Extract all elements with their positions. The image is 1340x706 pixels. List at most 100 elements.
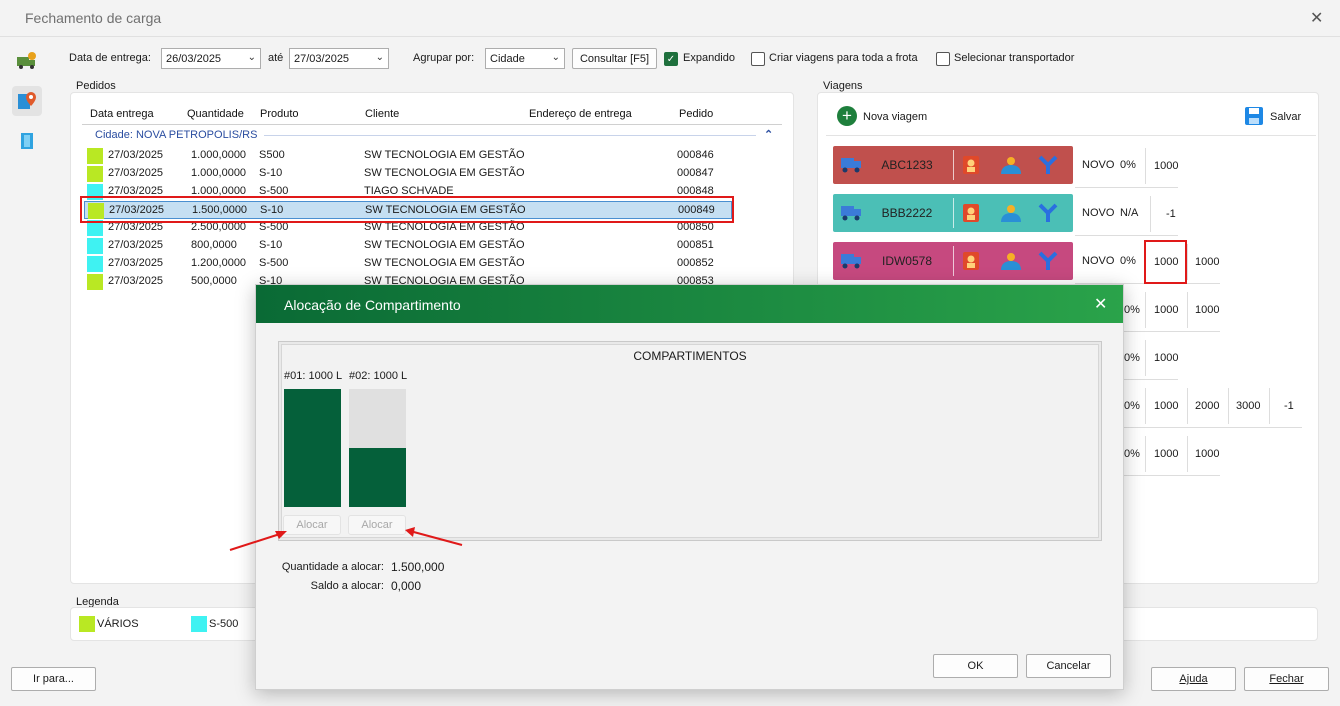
table-row[interactable]: 27/03/2025 1.000,0000 S-10 SW TECNOLOGIA EM…	[84, 165, 732, 183]
cell-order: 000851	[677, 239, 714, 251]
cell-order: 000847	[677, 167, 714, 179]
compartment-bar	[349, 389, 406, 507]
trip-divider	[953, 198, 954, 228]
trip-capacity[interactable]: -1	[1284, 400, 1294, 412]
expanded-label: Expandido	[683, 52, 735, 64]
col-order[interactable]: Pedido	[679, 108, 713, 120]
ok-button[interactable]: OK	[933, 654, 1018, 678]
route-icon[interactable]	[1037, 154, 1059, 176]
group-select[interactable]: Cidade ⌄	[485, 48, 565, 69]
color-swatch	[87, 148, 103, 164]
trip-capacity[interactable]: 1000	[1154, 160, 1178, 172]
save-button[interactable]: Salvar	[1270, 111, 1301, 123]
customer-icon[interactable]	[999, 154, 1023, 176]
cell-date: 27/03/2025	[108, 149, 164, 161]
trip-capacity[interactable]: 1000	[1195, 448, 1219, 460]
compartments-title: COMPARTIMENTOS	[633, 349, 747, 363]
trip-card[interactable]: ABC1233	[833, 146, 1073, 184]
qty-label: Quantidade a alocar:	[281, 561, 384, 573]
compartment-fill	[349, 448, 406, 507]
customer-icon[interactable]	[999, 202, 1023, 224]
new-trip-button[interactable]: Nova viagem	[863, 111, 927, 123]
driver-icon[interactable]	[961, 202, 981, 224]
driver-icon[interactable]	[961, 250, 981, 272]
allocation-dialog: Alocação de Compartimento ✕ COMPARTIMENT…	[255, 284, 1124, 690]
dialog-title: Alocação de Compartimento	[284, 297, 461, 313]
cell-order: 000846	[677, 149, 714, 161]
cell-order: 000852	[677, 257, 714, 269]
route-icon[interactable]	[1037, 202, 1059, 224]
compartment-bar	[284, 389, 341, 507]
trip-capacity[interactable]: 1000	[1154, 304, 1178, 316]
trip-plate: BBB2222	[881, 206, 933, 220]
date-from-input[interactable]: 26/03/2025 ⌄	[161, 48, 261, 69]
table-row[interactable]: 27/03/2025 1.000,0000 S500 SW TECNOLOGIA EM…	[84, 147, 732, 165]
trip-capacity[interactable]: 1000	[1154, 352, 1178, 364]
consult-button[interactable]: Consultar [F5]	[572, 48, 657, 69]
date-label: Data de entrega:	[69, 52, 151, 64]
date-from-value: 26/03/2025	[166, 52, 222, 65]
trip-card[interactable]: IDW0578	[833, 242, 1073, 280]
cell-qty: 1.200,0000	[191, 257, 247, 269]
cancel-button[interactable]: Cancelar	[1026, 654, 1111, 678]
row-divider	[1124, 427, 1302, 428]
truck-icon	[841, 158, 861, 173]
col-product[interactable]: Produto	[260, 108, 299, 120]
trip-capacity[interactable]: 2000	[1195, 400, 1219, 412]
map-pin-icon[interactable]	[12, 86, 42, 116]
row-divider	[1124, 379, 1178, 380]
chevron-down-icon: ⌄	[551, 52, 560, 63]
goto-button[interactable]: Ir para...	[11, 667, 96, 691]
viagens-divider	[826, 135, 1316, 136]
trip-percent: 0%	[1124, 304, 1140, 316]
cell-divider	[1269, 388, 1270, 424]
add-circle-icon[interactable]: +	[837, 106, 857, 126]
book-icon[interactable]	[14, 128, 40, 154]
trip-capacity[interactable]: 1000	[1154, 400, 1178, 412]
col-client[interactable]: Cliente	[365, 108, 399, 120]
dialog-close-icon[interactable]: ✕	[1094, 294, 1107, 314]
customer-icon[interactable]	[999, 250, 1023, 272]
col-date[interactable]: Data entrega	[90, 108, 154, 120]
truck-check-icon[interactable]	[14, 48, 40, 74]
cell-divider	[1150, 196, 1151, 232]
save-disk-icon[interactable]	[1244, 106, 1264, 129]
cell-qty: 1.000,0000	[191, 167, 247, 179]
table-row[interactable]: 27/03/2025 800,0000 S-10 SW TECNOLOGIA EM G…	[84, 237, 732, 255]
trip-percent: 0%	[1124, 400, 1140, 412]
window-close-icon[interactable]: ✕	[1310, 8, 1323, 28]
group-line	[264, 135, 756, 136]
carrier-label: Selecionar transportador	[954, 52, 1075, 64]
trip-status: NOVO	[1082, 159, 1115, 171]
driver-icon[interactable]	[961, 154, 981, 176]
legend-swatch	[79, 616, 95, 632]
col-address[interactable]: Endereço de entrega	[529, 108, 632, 120]
trip-capacity[interactable]: 1000	[1195, 256, 1219, 268]
legend-swatch	[191, 616, 207, 632]
trip-capacity[interactable]: 3000	[1236, 400, 1260, 412]
trip-percent: 0%	[1120, 255, 1136, 267]
fleet-checkbox[interactable]	[751, 52, 765, 66]
window-title: Fechamento de carga	[25, 10, 162, 26]
trip-card[interactable]: BBB2222	[833, 194, 1073, 232]
expanded-checkbox[interactable]: ✓	[664, 52, 678, 66]
annotation-arrows	[229, 527, 463, 551]
date-to-input[interactable]: 27/03/2025 ⌄	[289, 48, 389, 69]
date-to-value: 27/03/2025	[294, 52, 350, 65]
color-swatch	[87, 256, 103, 272]
carrier-checkbox[interactable]	[936, 52, 950, 66]
balance-value: 0,000	[391, 579, 422, 593]
group-header[interactable]: Cidade: NOVA PETROPOLIS/RS	[95, 129, 257, 141]
trip-divider	[953, 246, 954, 276]
trip-capacity[interactable]: 1000	[1154, 448, 1178, 460]
route-icon[interactable]	[1037, 250, 1059, 272]
collapse-icon[interactable]: ⌃	[764, 128, 773, 141]
close-button[interactable]: Fechar	[1244, 667, 1329, 691]
trip-capacity[interactable]: -1	[1166, 208, 1176, 220]
help-button[interactable]: Ajuda	[1151, 667, 1236, 691]
table-row[interactable]: 27/03/2025 1.200,0000 S-500 SW TECNOLOGIA E…	[84, 255, 732, 273]
cell-product: S-500	[259, 257, 289, 269]
trip-capacity[interactable]: 1000	[1195, 304, 1219, 316]
col-qty[interactable]: Quantidade	[187, 108, 244, 120]
cell-divider	[1187, 244, 1188, 280]
